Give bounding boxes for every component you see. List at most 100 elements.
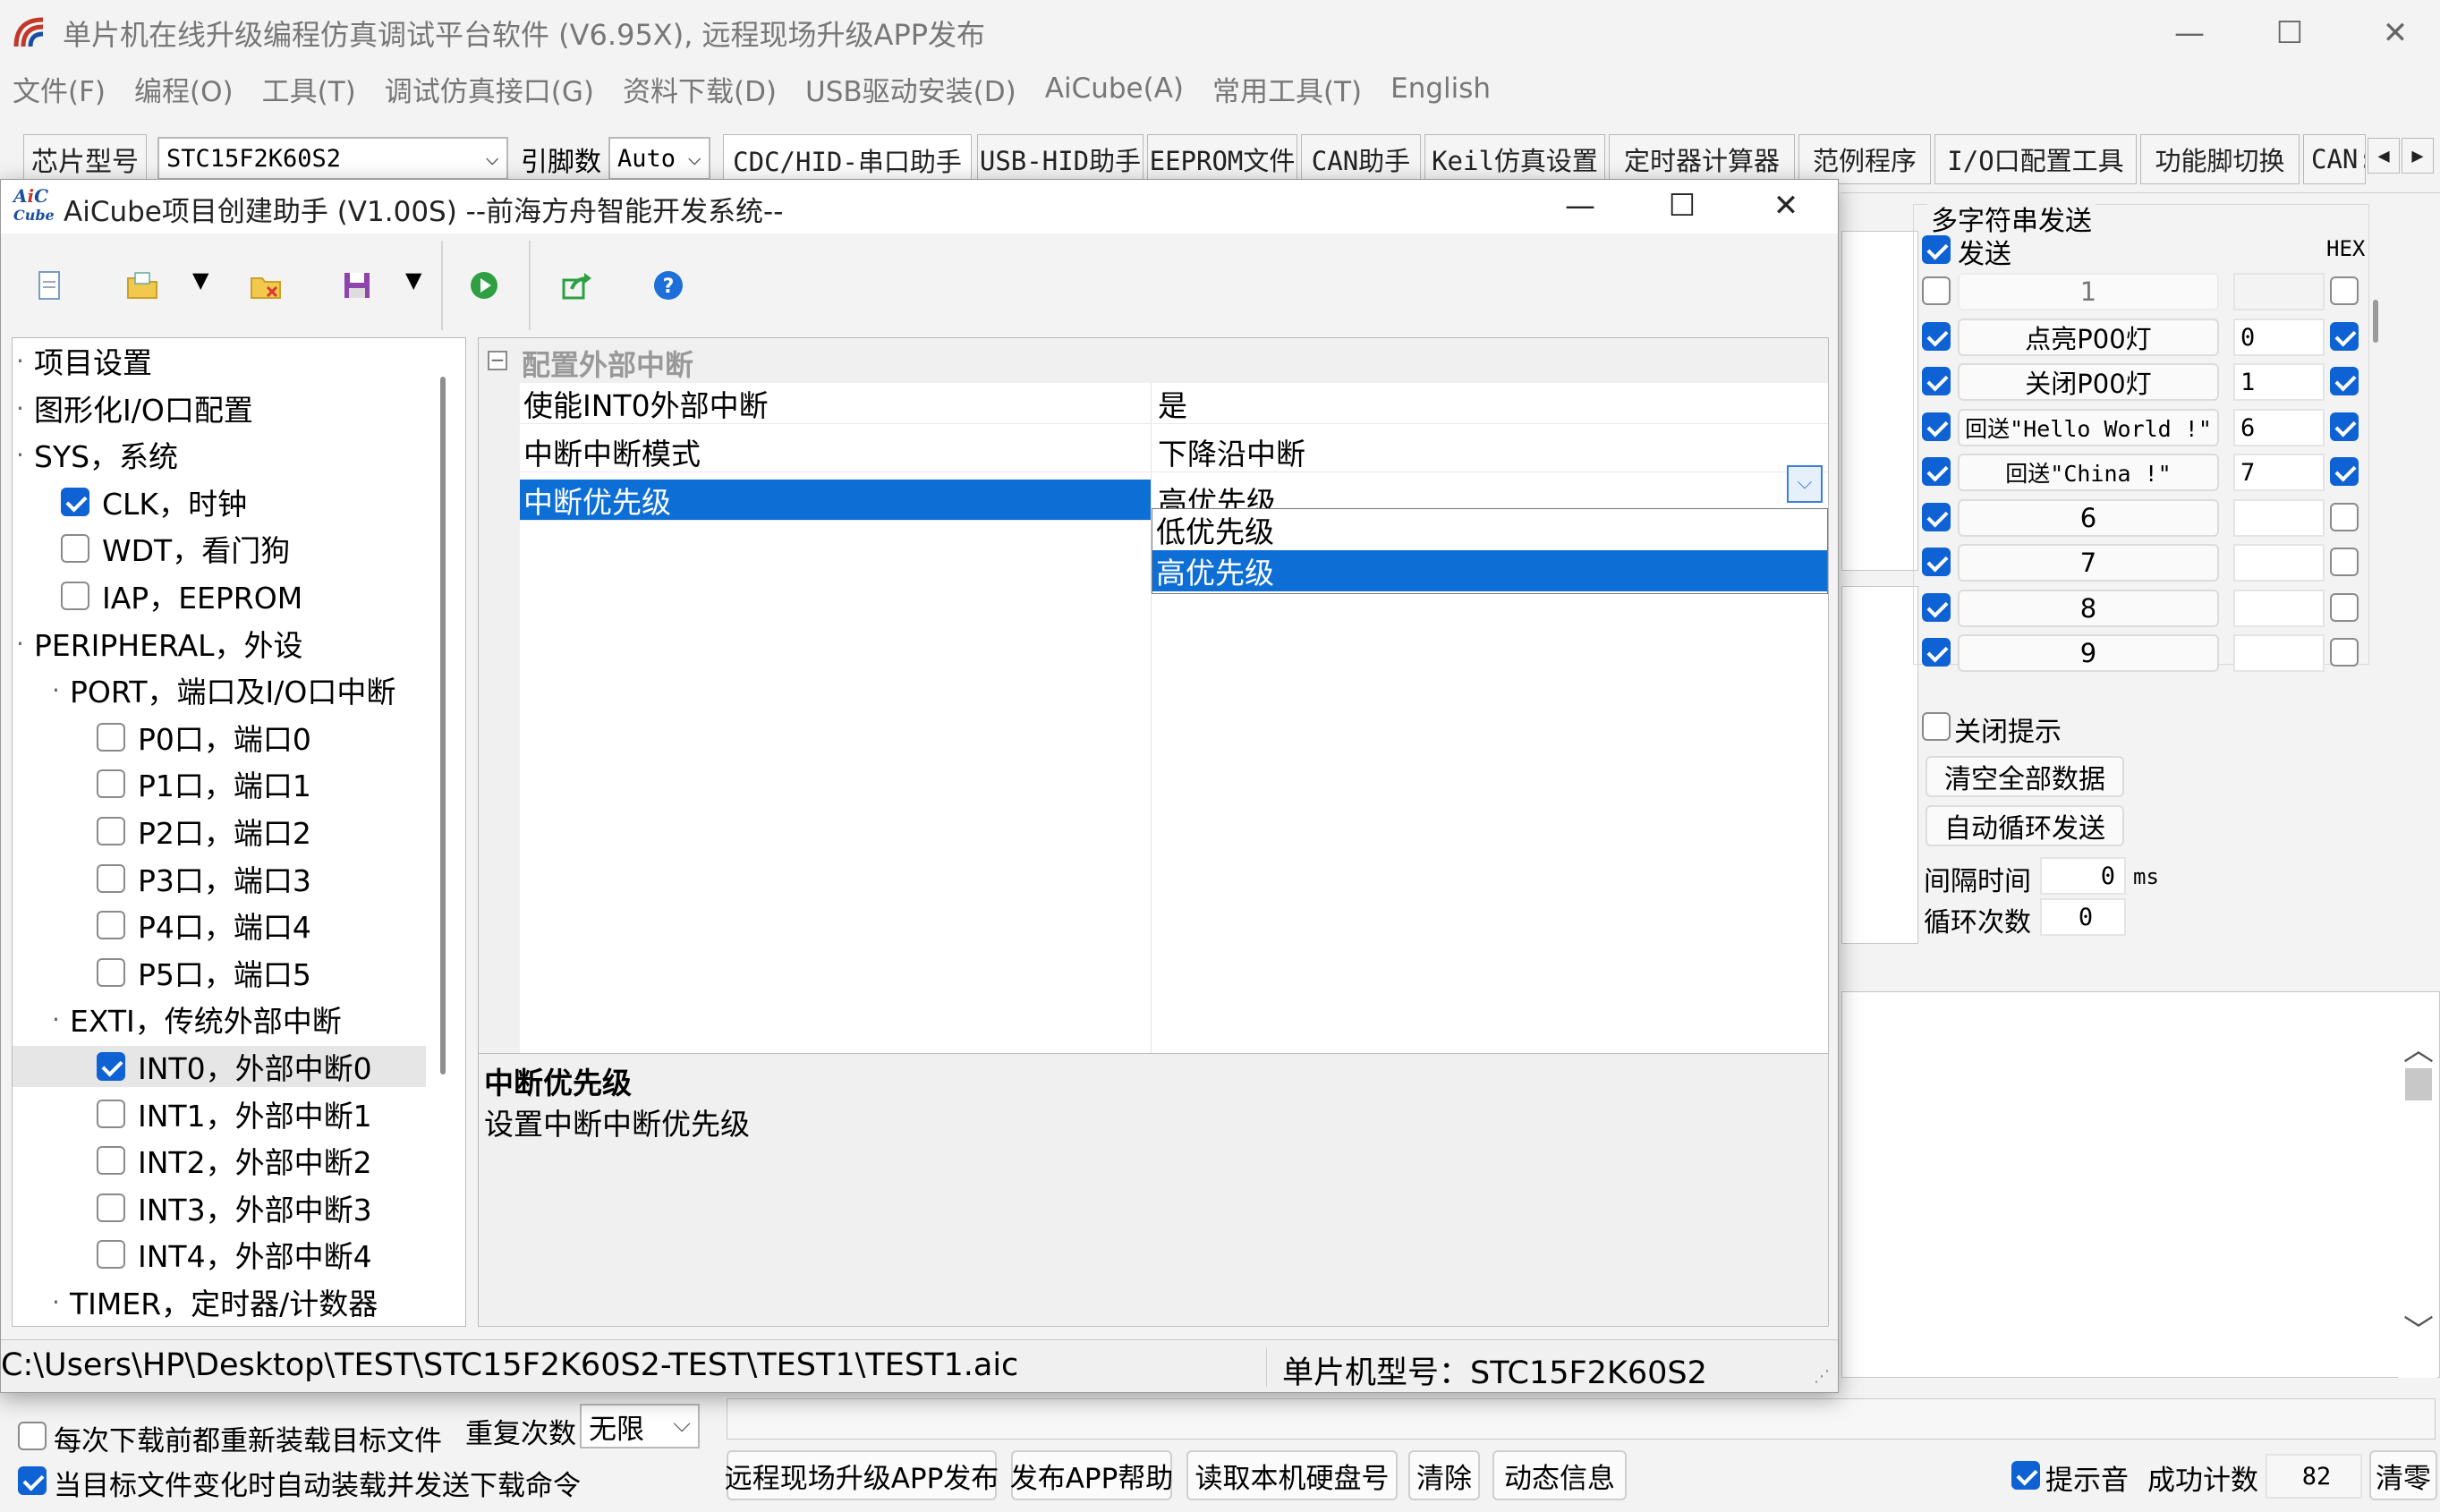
multi-send-row-hex-checkbox[interactable] bbox=[2330, 412, 2359, 441]
scroll-down-icon[interactable]: ﹀ bbox=[2403, 1306, 2434, 1350]
remote-upgrade-publish-button[interactable]: 远程现场升级APP发布 bbox=[725, 1450, 999, 1500]
multi-send-row-checkbox[interactable] bbox=[1922, 593, 1951, 622]
tab-pin-switch[interactable]: 功能脚切换 bbox=[2140, 134, 2300, 184]
property-value[interactable]: 下降沿中断 bbox=[1152, 431, 1828, 472]
chip-type-select[interactable]: STC15F2K60S2 ⌵ bbox=[157, 137, 508, 180]
tree-item-checkbox[interactable] bbox=[97, 1146, 125, 1175]
tab-can-assistant[interactable]: CAN助手 bbox=[1301, 134, 1421, 184]
property-section-header[interactable]: − 配置外部中断 bbox=[479, 338, 1828, 383]
maximize-button[interactable]: ☐ bbox=[2237, 0, 2342, 66]
open-dropdown-icon[interactable]: ▼ bbox=[192, 268, 208, 293]
tree-item[interactable]: · PERIPHERAL，外设 bbox=[13, 623, 426, 664]
multi-send-row-checkbox[interactable] bbox=[1922, 548, 1951, 576]
tree-item-checkbox[interactable] bbox=[97, 723, 125, 752]
menu-aicube[interactable]: AiCube(A) bbox=[1045, 72, 1184, 105]
tree-item[interactable]: INT3，外部中断3 bbox=[13, 1187, 426, 1228]
tab-cdc-hid-serial[interactable]: CDC/HID-串口助手 bbox=[723, 134, 972, 184]
tree-item[interactable]: CLK，时钟 bbox=[13, 481, 426, 522]
close-tip-checkbox[interactable] bbox=[1922, 712, 1951, 741]
multi-send-row-checkbox[interactable] bbox=[1922, 638, 1951, 667]
reload-before-download-checkbox[interactable] bbox=[18, 1422, 47, 1450]
send-toggle-checkbox[interactable] bbox=[1922, 235, 1951, 264]
property-name[interactable]: 使能INT0外部中断 bbox=[520, 383, 1151, 424]
dynamic-info-button[interactable]: 动态信息 bbox=[1492, 1450, 1627, 1500]
menu-usb-driver[interactable]: USB驱动安装(D) bbox=[805, 69, 1016, 109]
auto-reload-checkbox[interactable] bbox=[18, 1466, 47, 1495]
tree-item-checkbox[interactable] bbox=[97, 1240, 125, 1269]
multi-send-row-value[interactable]: 0 bbox=[2233, 319, 2325, 356]
tree-item[interactable]: INT2，外部中断2 bbox=[13, 1140, 426, 1181]
tree-item-checkbox[interactable] bbox=[97, 958, 125, 987]
scroll-up-icon[interactable]: ︿ bbox=[2403, 1025, 2434, 1069]
multi-send-row-value[interactable] bbox=[2233, 634, 2325, 672]
dropdown-option-low[interactable]: 低优先级 bbox=[1152, 509, 1827, 550]
run-generate-icon[interactable] bbox=[468, 269, 500, 302]
menu-file[interactable]: 文件(F) bbox=[13, 69, 106, 109]
dialog-close-button[interactable]: ✕ bbox=[1733, 173, 1839, 239]
tab-scroll-left-button[interactable]: ◀ bbox=[2368, 138, 2400, 174]
tree-item[interactable]: · 图形化I/O口配置 bbox=[13, 387, 426, 429]
multi-send-row-hex-checkbox[interactable] bbox=[2330, 548, 2359, 576]
multi-send-row-value[interactable]: 6 bbox=[2233, 409, 2325, 446]
pins-select[interactable]: Auto ⌵ bbox=[608, 137, 710, 180]
menu-english[interactable]: English bbox=[1390, 72, 1491, 105]
tree-item-checkbox[interactable] bbox=[61, 582, 89, 610]
tree-item[interactable]: INT1，外部中断1 bbox=[13, 1093, 426, 1134]
publish-app-help-button[interactable]: 发布APP帮助 bbox=[1010, 1450, 1173, 1500]
tree-expander-icon[interactable]: · bbox=[52, 675, 60, 705]
save-dropdown-icon[interactable]: ▼ bbox=[405, 268, 421, 293]
loop-count-input[interactable]: 0 bbox=[2040, 898, 2126, 936]
multi-send-row-hex-checkbox[interactable] bbox=[2330, 367, 2359, 395]
multi-send-row-button[interactable]: 关闭P00灯 bbox=[1958, 363, 2219, 401]
tree-item[interactable]: · PORT，端口及I/O口中断 bbox=[13, 669, 426, 710]
multi-send-row-hex-checkbox[interactable] bbox=[2330, 276, 2359, 305]
tree-item[interactable]: P5口，端口5 bbox=[13, 952, 426, 993]
multi-send-row-hex-checkbox[interactable] bbox=[2330, 593, 2359, 622]
tab-io-config[interactable]: I/O口配置工具 bbox=[1934, 134, 2137, 184]
tree-item-checkbox[interactable] bbox=[97, 1193, 125, 1222]
multi-send-row-checkbox[interactable] bbox=[1922, 367, 1951, 395]
minimize-button[interactable]: — bbox=[2137, 0, 2242, 66]
save-icon[interactable] bbox=[341, 269, 373, 302]
tree-item[interactable]: INT0，外部中断0 bbox=[13, 1046, 426, 1087]
read-disk-id-button[interactable]: 读取本机硬盘号 bbox=[1186, 1450, 1398, 1500]
multi-send-row-button[interactable]: 9 bbox=[1958, 634, 2219, 672]
help-icon[interactable]: ? bbox=[652, 269, 684, 302]
tree-item[interactable]: · 项目设置 bbox=[13, 340, 426, 381]
menu-debug-interface[interactable]: 调试仿真接口(G) bbox=[385, 69, 594, 109]
multi-send-row-checkbox[interactable] bbox=[1922, 457, 1951, 486]
multi-send-row-value[interactable] bbox=[2233, 499, 2325, 537]
multi-send-scrollbar[interactable] bbox=[2373, 300, 2378, 343]
dropdown-option-high[interactable]: 高优先级 bbox=[1152, 550, 1827, 591]
close-project-icon[interactable] bbox=[250, 269, 282, 302]
tree-item-checkbox[interactable] bbox=[97, 769, 125, 798]
tree-item[interactable]: P1口，端口1 bbox=[13, 763, 426, 804]
tree-expander-icon[interactable]: · bbox=[16, 394, 24, 423]
tree-item[interactable]: INT4，外部中断4 bbox=[13, 1234, 426, 1275]
multi-send-row-value[interactable]: 1 bbox=[2233, 363, 2325, 401]
tree-item-checkbox[interactable] bbox=[97, 864, 125, 893]
tree-scrollbar[interactable] bbox=[440, 377, 446, 1075]
menu-downloads[interactable]: 资料下载(D) bbox=[623, 69, 777, 109]
multi-send-row-button[interactable]: 回送"Hello World !" bbox=[1958, 409, 2219, 446]
multi-send-row-value[interactable]: 7 bbox=[2233, 454, 2325, 491]
reset-count-button[interactable]: 清零 bbox=[2369, 1450, 2437, 1500]
multi-send-row-value[interactable] bbox=[2233, 544, 2325, 582]
tree-item[interactable]: WDT，看门狗 bbox=[13, 528, 426, 569]
close-button[interactable]: ✕ bbox=[2342, 0, 2440, 66]
repeat-count-select[interactable]: 无限 ⌵ bbox=[580, 1404, 700, 1448]
tree-expander-icon[interactable]: · bbox=[16, 346, 24, 376]
multi-send-row-hex-checkbox[interactable] bbox=[2330, 457, 2359, 486]
multi-send-row-checkbox[interactable] bbox=[1922, 276, 1951, 305]
export-icon[interactable] bbox=[561, 269, 593, 302]
tree-item[interactable]: P4口，端口4 bbox=[13, 905, 426, 946]
tree-item[interactable]: · TIMER，定时器/计数器 bbox=[13, 1281, 426, 1322]
open-folder-icon[interactable] bbox=[126, 269, 158, 302]
output-text-area[interactable] bbox=[1841, 991, 2440, 1378]
multi-send-row-button[interactable]: 点亮P00灯 bbox=[1958, 319, 2219, 356]
tree-expander-icon[interactable]: · bbox=[52, 1005, 60, 1034]
output-scrollbar[interactable]: ︿ ﹀ bbox=[2398, 993, 2437, 1378]
auto-loop-send-button[interactable]: 自动循环发送 bbox=[1926, 805, 2124, 846]
tree-item[interactable]: P2口，端口2 bbox=[13, 811, 426, 852]
sound-checkbox[interactable] bbox=[2011, 1461, 2040, 1490]
